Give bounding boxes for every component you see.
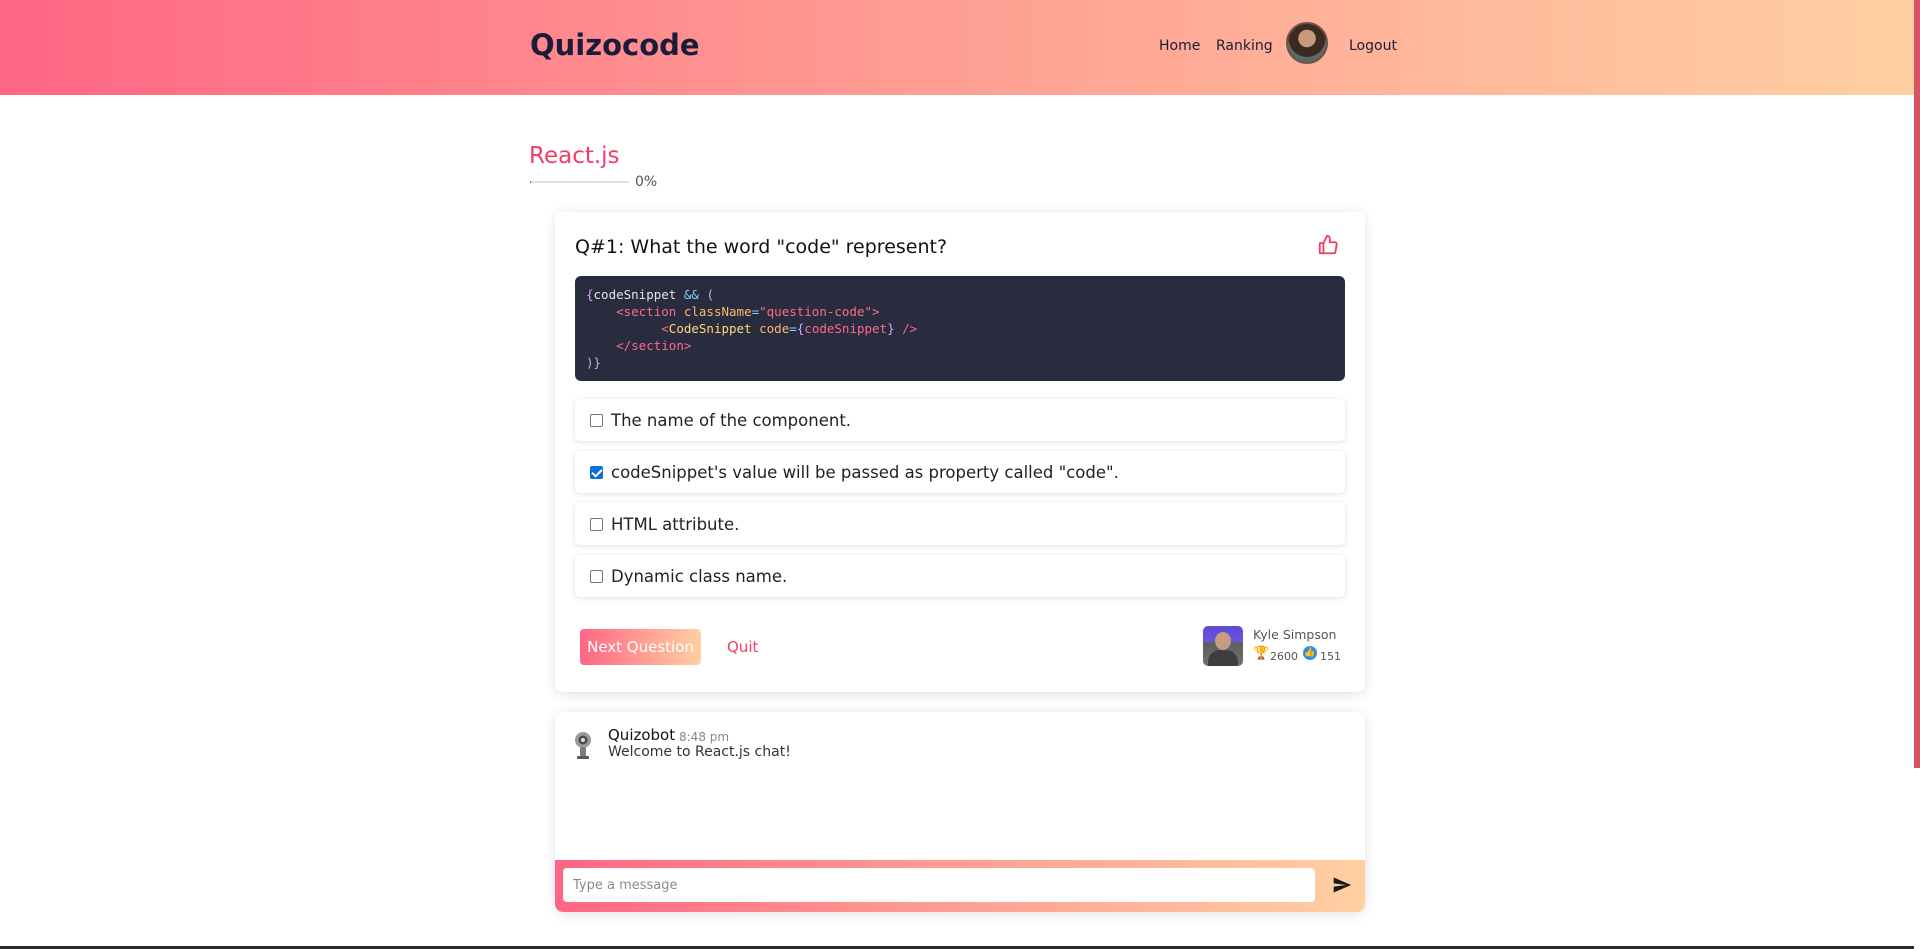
nav-home-link[interactable]: Home xyxy=(1159,38,1200,54)
author-avatar xyxy=(1203,626,1243,666)
answer-checkbox[interactable] xyxy=(590,414,603,427)
author-likes: 151 xyxy=(1320,650,1341,663)
author-name: Kyle Simpson xyxy=(1253,627,1337,642)
like-badge-icon: 👍 xyxy=(1303,646,1317,660)
scrollbar-thumb[interactable] xyxy=(1914,0,1920,768)
quit-button[interactable]: Quit xyxy=(727,638,758,656)
answer-option[interactable]: codeSnippet's value will be passed as pr… xyxy=(575,451,1345,493)
progress-label: 0% xyxy=(635,174,658,190)
answer-option[interactable]: Dynamic class name. xyxy=(575,555,1345,597)
answer-option-label: Dynamic class name. xyxy=(611,567,788,586)
chat-input-bar xyxy=(555,860,1365,912)
answer-option-label: The name of the component. xyxy=(611,411,852,430)
answer-option[interactable]: HTML attribute. xyxy=(575,503,1345,545)
user-avatar[interactable] xyxy=(1286,22,1328,64)
question-card: Q#1: What the word "code" represent? {co… xyxy=(555,212,1365,692)
next-question-button[interactable]: Next Question xyxy=(580,629,701,665)
nav-logout-link[interactable]: Logout xyxy=(1349,38,1397,54)
answer-checkbox[interactable] xyxy=(590,518,603,531)
top-navbar: Quizocode Home Ranking Logout xyxy=(0,0,1920,95)
thumbs-up-icon[interactable] xyxy=(1317,234,1339,256)
chat-message-text: Welcome to React.js chat! xyxy=(608,744,791,760)
quiz-title: React.js xyxy=(529,143,620,169)
chat-message-input[interactable] xyxy=(563,868,1315,902)
chat-message-author: Quizobot xyxy=(608,726,676,744)
send-icon[interactable] xyxy=(1332,875,1352,895)
brand-logo[interactable]: Quizocode xyxy=(530,28,700,62)
progress-bar xyxy=(530,181,629,183)
answer-option[interactable]: The name of the component. xyxy=(575,399,1345,441)
nav-ranking-link[interactable]: Ranking xyxy=(1216,38,1273,54)
bot-avatar-icon xyxy=(575,732,591,759)
answer-checkbox[interactable] xyxy=(590,570,603,583)
progress-bar-fill xyxy=(530,181,531,183)
code-snippet: {codeSnippet && ( <section className="qu… xyxy=(575,276,1345,381)
author-trophies: 2600 xyxy=(1270,650,1298,663)
answer-option-label: HTML attribute. xyxy=(611,515,740,534)
trophy-icon: 🏆 xyxy=(1253,646,1270,661)
answer-option-label: codeSnippet's value will be passed as pr… xyxy=(611,463,1119,482)
question-title: Q#1: What the word "code" represent? xyxy=(575,236,948,258)
chat-message-time: 8:48 pm xyxy=(679,730,730,744)
chat-panel: Quizobot 8:48 pm Welcome to React.js cha… xyxy=(555,712,1365,912)
answer-checkbox[interactable] xyxy=(590,466,603,479)
